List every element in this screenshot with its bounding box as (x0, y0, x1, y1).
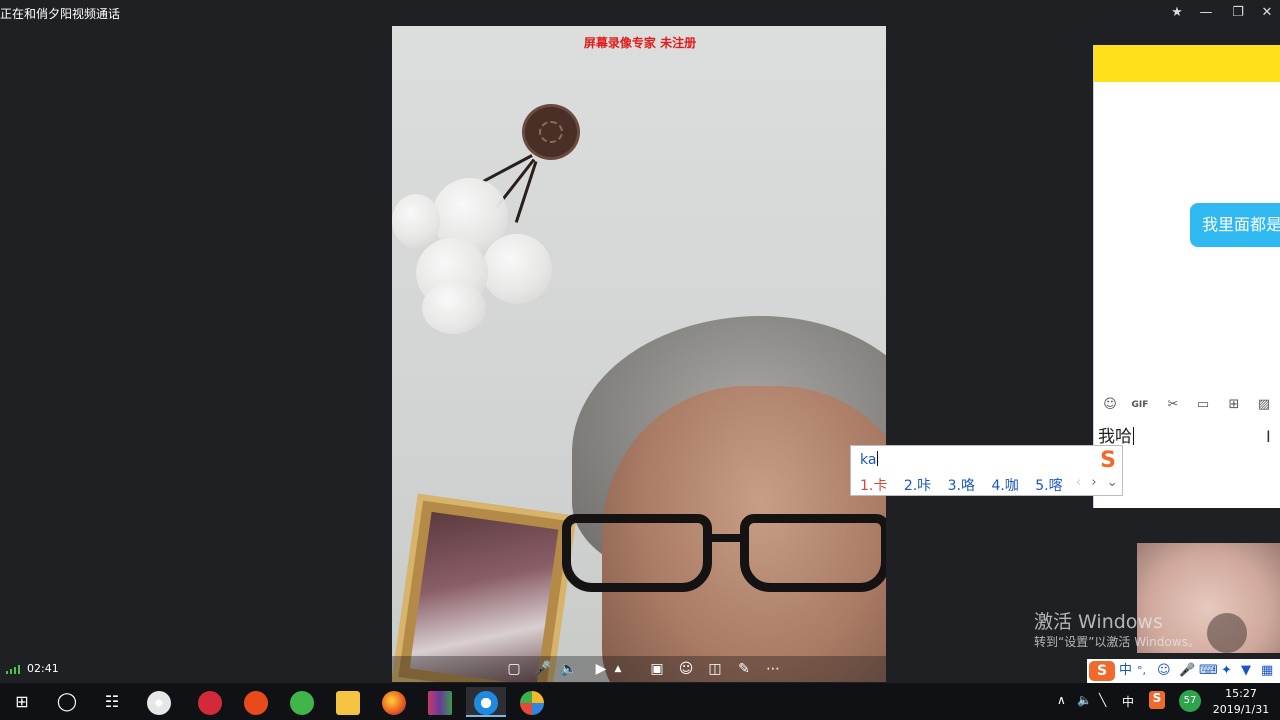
ime-status-bar: S 中 °, ☺ 🎤 ⌨ ✦ ▼ ▦ (1087, 659, 1280, 683)
sogou-taskbar-icon[interactable]: S (1149, 691, 1165, 709)
dropdown-arrow-icon[interactable]: ▲ (612, 659, 624, 679)
call-timer: 02:41 (27, 662, 59, 675)
wall-hook (522, 104, 580, 160)
video-feed[interactable]: 屏幕录像专家 未注册 (392, 26, 886, 682)
sogou-tray-logo-icon[interactable]: S (1089, 661, 1115, 681)
glasses (562, 514, 886, 594)
activate-windows-subtitle: 转到“设置”以激活 Windows。 (1034, 635, 1200, 649)
ime-shirt-icon[interactable]: ▼ (1241, 661, 1251, 681)
chat-toolbar: ☺ GIF ✂ ▭ ⊞ ▨ (1094, 394, 1280, 416)
ime-page-nav: ‹ › ⌄ (1076, 475, 1118, 490)
title-bar: 正在和俏夕阳视频通话 ★ — ❐ ✕ (0, 0, 1280, 26)
microphone-icon[interactable]: 🎤 (532, 659, 554, 679)
ime-candidate[interactable]: 2.咔 (904, 478, 931, 494)
emoji-icon[interactable]: ☺ (1099, 394, 1121, 416)
balloon (422, 282, 486, 334)
ime-candidate[interactable]: 5.喀 (1035, 478, 1062, 494)
window-title: 正在和俏夕阳视频通话 (0, 7, 121, 21)
video-toolbar: ▢ 🎤 🔈 ▶ ▲ ▣ ☺ ◫ ✎ ⋯ (392, 656, 886, 682)
ime-emoji-icon[interactable]: ☺ (1157, 661, 1171, 681)
ibeam-cursor-icon: I (1266, 427, 1271, 446)
app-icon[interactable]: ⊞ (1223, 394, 1245, 416)
wedding-photo-frame (392, 493, 577, 682)
message-bubble[interactable]: 我里面都是 (1190, 203, 1280, 247)
taskbar: ⊞ ◯ ☷ ∧ 🔈 ╲ 中 S 57 (0, 683, 1280, 720)
image-icon[interactable]: ▨ (1253, 394, 1275, 416)
edit-icon[interactable]: ✎ (733, 659, 755, 679)
ime-expand-icon[interactable]: ⌄ (1107, 475, 1118, 490)
clock-time: 15:27 (1225, 687, 1257, 700)
effects-icon[interactable]: ☺ (675, 659, 697, 679)
folder-icon[interactable]: ▭ (1192, 394, 1214, 416)
pinwheel-app-icon[interactable] (139, 687, 179, 717)
windows-start-icon[interactable]: ⊞ (2, 687, 42, 717)
screenshot-icon[interactable]: ▣ (646, 659, 668, 679)
volume-icon[interactable]: 🔈 (1077, 693, 1092, 707)
signal-strength-icon (6, 664, 24, 674)
gif-icon[interactable]: GIF (1129, 394, 1151, 416)
recorder-watermark: 屏幕录像专家 未注册 (583, 36, 697, 50)
ime-candidates: 1.卡 2.咔 3.咯 4.咖 5.喀 (860, 475, 1075, 495)
sogou-logo-icon: S (1100, 448, 1116, 473)
balloon (392, 194, 440, 248)
scissors-icon[interactable]: ✂ (1162, 394, 1184, 416)
qq-app-icon[interactable] (466, 687, 506, 717)
speaker-icon[interactable]: 🔈 (558, 659, 580, 679)
ime-mode[interactable]: 中 (1119, 661, 1132, 681)
file-explorer-icon[interactable] (328, 687, 368, 717)
system-clock[interactable]: 15:27 2019/1/31 (1206, 686, 1276, 718)
media-app-icon[interactable] (512, 687, 552, 717)
ime-keyboard-icon[interactable]: ⌨ (1199, 661, 1218, 681)
clock-date: 2019/1/31 (1212, 703, 1270, 716)
green-app-icon[interactable] (282, 687, 322, 717)
ime-pinyin: ka (860, 451, 879, 468)
firefox-icon[interactable] (374, 687, 414, 717)
ime-punct[interactable]: °, (1137, 661, 1146, 681)
ime-candidate[interactable]: 3.咯 (948, 478, 975, 494)
ime-skin-icon[interactable]: ✦ (1221, 661, 1232, 681)
cortana-circle-icon[interactable]: ◯ (47, 687, 87, 717)
ime-next-icon[interactable]: › (1091, 475, 1096, 490)
chat-header (1094, 45, 1280, 82)
balloon (482, 234, 552, 304)
browser-app-icon[interactable] (236, 687, 276, 717)
ime-candidate-window: ka S 1.卡 2.咔 3.咯 4.咖 5.喀 ‹ › ⌄ (850, 445, 1123, 496)
winrar-icon[interactable] (420, 687, 460, 717)
pin-icon[interactable]: ★ (1162, 2, 1192, 24)
chat-input-text: 我哈 (1098, 427, 1132, 447)
ime-candidate[interactable]: 1.卡 (860, 478, 887, 494)
camera-icon[interactable]: ▶ (590, 659, 612, 679)
activate-windows-title: 激活 Windows (1034, 611, 1163, 633)
chat-panel: 我里面都是 ☺ GIF ✂ ▭ ⊞ ▨ 我哈 I (1093, 45, 1280, 508)
ime-prev-icon[interactable]: ‹ (1076, 475, 1081, 490)
chat-input[interactable]: 我哈 (1098, 422, 1134, 447)
task-view-icon[interactable]: ☷ (92, 687, 132, 717)
tray-expand-icon[interactable]: ∧ (1057, 693, 1066, 707)
close-icon[interactable]: ✕ (1252, 2, 1280, 24)
battery-badge[interactable]: 57 (1179, 690, 1201, 712)
xiu-app-icon[interactable] (190, 687, 230, 717)
maximize-icon[interactable]: ❐ (1223, 2, 1253, 24)
layout-icon[interactable]: ◫ (704, 659, 726, 679)
desktop: 正在和俏夕阳视频通话 ★ — ❐ ✕ 屏幕录像专家 未注册 ▢ 🎤 🔈 ▶ ▲ … (0, 0, 1280, 720)
ime-toolbox-icon[interactable]: ▦ (1261, 661, 1273, 681)
more-icon[interactable]: ⋯ (762, 659, 784, 679)
network-icon[interactable]: ╲ (1099, 693, 1106, 707)
minimize-icon[interactable]: — (1191, 2, 1221, 24)
message-icon[interactable]: ▢ (503, 659, 525, 679)
ime-candidate[interactable]: 4.咖 (991, 478, 1018, 494)
ime-voice-icon[interactable]: 🎤 (1179, 661, 1195, 681)
language-indicator[interactable]: 中 (1122, 693, 1134, 710)
